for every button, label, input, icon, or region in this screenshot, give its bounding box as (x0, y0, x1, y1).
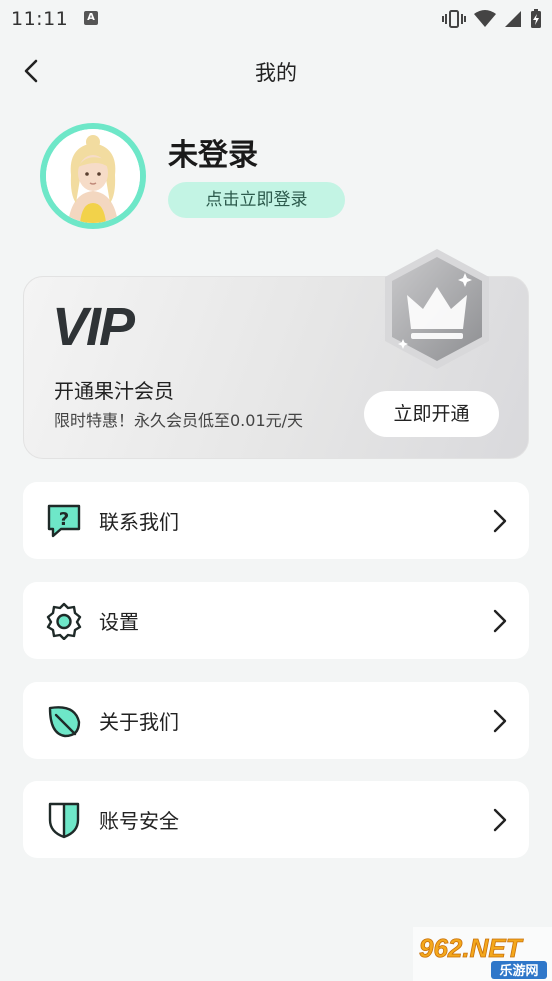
menu-label: 关于我们 (99, 710, 179, 734)
vip-card[interactable]: VIP 开通果汁会员 限时特惠！永久会员低至0.01元/天 立即开通 (23, 249, 529, 459)
vip-logo: VIP (52, 299, 138, 351)
chevron-right-icon (493, 509, 507, 533)
wifi-icon (474, 10, 496, 27)
shield-icon (48, 802, 80, 839)
notification-icon: A (84, 11, 98, 25)
svg-text:乐游网: 乐游网 (499, 963, 538, 979)
gear-icon (46, 602, 82, 640)
battery-icon (531, 9, 541, 28)
chevron-right-icon (493, 709, 507, 733)
login-button[interactable]: 点击立即登录 (168, 182, 345, 218)
menu-item-settings[interactable]: 设置 (23, 582, 529, 659)
vip-open-button[interactable]: 立即开通 (364, 391, 499, 437)
menu-label: 账号安全 (99, 809, 179, 833)
watermark-logo: 962.NET 乐游网 (413, 927, 552, 981)
menu-item-about[interactable]: 关于我们 (23, 682, 529, 759)
vip-subtitle: 限时特惠！永久会员低至0.01元/天 (54, 411, 304, 430)
vibrate-icon (442, 10, 466, 28)
status-icons (442, 9, 542, 29)
status-time: 11:11 (11, 8, 69, 30)
chevron-right-icon (493, 808, 507, 832)
avatar[interactable] (40, 123, 146, 229)
vip-logo-text: VIP (52, 299, 136, 351)
user-avatar-icon (46, 129, 140, 223)
vip-title: 开通果汁会员 (54, 379, 174, 403)
menu-label: 设置 (99, 610, 139, 634)
status-bar: 11:11 A (0, 0, 552, 38)
crown-badge-icon (385, 249, 489, 369)
chevron-right-icon (493, 609, 507, 633)
svg-text:962.NET: 962.NET (419, 933, 524, 963)
username: 未登录 (168, 138, 258, 173)
menu-item-contact[interactable]: ? 联系我们 (23, 482, 529, 559)
header-bar: 我的 (0, 45, 552, 97)
svg-text:?: ? (59, 509, 69, 530)
menu-item-account-security[interactable]: 账号安全 (23, 781, 529, 858)
leaf-icon (48, 706, 81, 738)
avatar-image (46, 129, 140, 223)
signal-icon (505, 11, 521, 27)
question-chat-icon: ? (47, 504, 81, 538)
page-title: 我的 (255, 61, 297, 85)
menu-label: 联系我们 (99, 510, 179, 534)
